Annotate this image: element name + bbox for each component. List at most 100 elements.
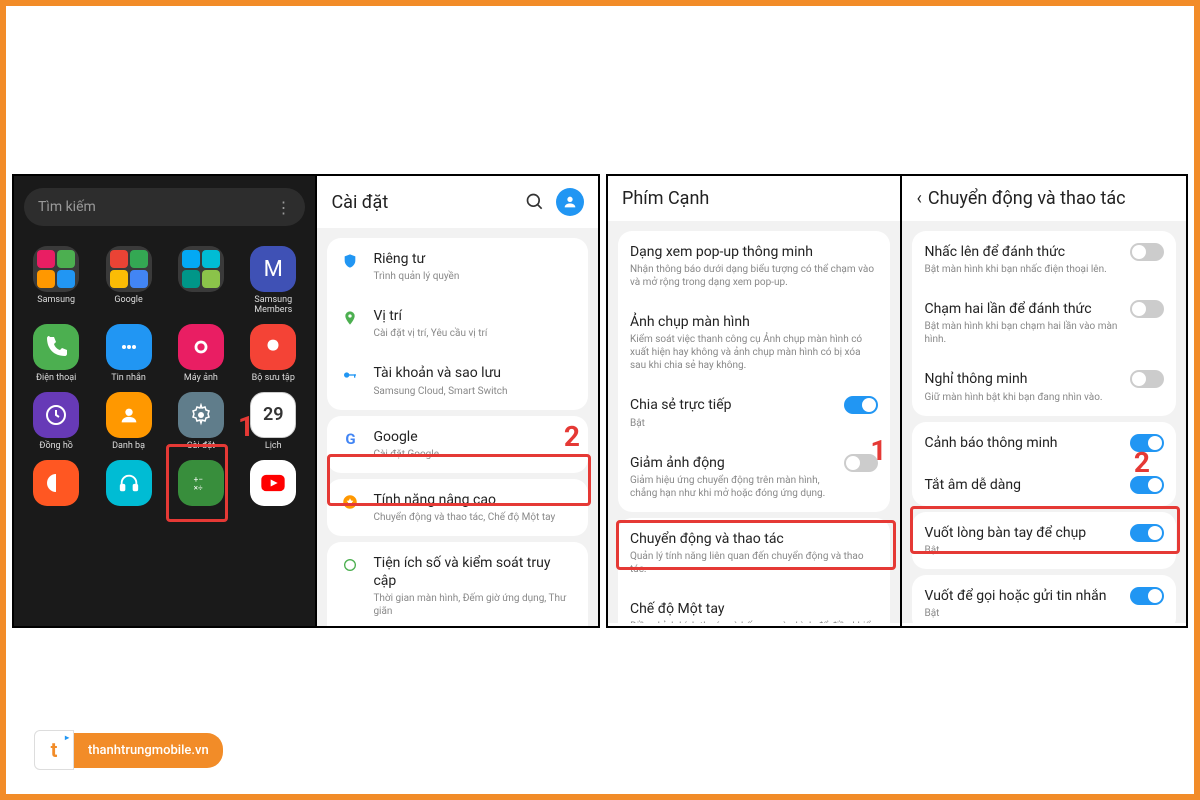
- app-grid: Samsung Google MSamsung Members Điện thoại T…: [14, 238, 315, 518]
- row-title: Dạng xem pop-up thông minh: [630, 243, 878, 261]
- watermark-logo: t thanhtrungmobile.vn: [34, 730, 223, 770]
- app-item[interactable]: [94, 460, 162, 510]
- row-subtitle: Bật: [630, 417, 832, 430]
- settings-row-riêng-tư[interactable]: Riêng tư Trình quản lý quyền: [327, 238, 588, 295]
- app-danh-bạ[interactable]: Danh bạ: [94, 392, 162, 452]
- toggle-switch[interactable]: [1130, 370, 1164, 388]
- adv-row[interactable]: Dạng xem pop-up thông minhNhận thông báo…: [618, 231, 890, 301]
- motion-row[interactable]: Nghỉ thông minh Giữ màn hình bật khi bạn …: [912, 358, 1176, 415]
- motions-title: Chuyển động và thao tác: [928, 188, 1126, 209]
- edge-key-header: Phím Cạnh: [608, 176, 900, 221]
- toggle-switch[interactable]: [1130, 300, 1164, 318]
- toggle-switch[interactable]: [1130, 524, 1164, 542]
- shield-icon: [339, 250, 361, 272]
- app-điện-thoại[interactable]: Điện thoại: [22, 324, 90, 384]
- row-subtitle: Kiểm soát việc thanh công cụ Ảnh chụp mà…: [630, 333, 878, 372]
- settings-row-google[interactable]: GGoogleCài đặt Google: [327, 416, 588, 473]
- adv-row[interactable]: Ảnh chụp màn hình Kiểm soát việc thanh cô…: [618, 301, 890, 384]
- search-bar[interactable]: Tìm kiếm ⋮: [24, 188, 305, 226]
- toggle-switch[interactable]: [1130, 243, 1164, 261]
- row-title: Chạm hai lần để đánh thức: [924, 300, 1118, 318]
- motion-row[interactable]: Vuốt để gọi hoặc gửi tin nhắnBật: [912, 575, 1176, 623]
- step-marker-2b: 2: [1134, 446, 1150, 479]
- app-samsung-members[interactable]: MSamsung Members: [239, 246, 307, 316]
- calc-icon: +−×÷: [178, 460, 224, 506]
- app-label: Samsung: [37, 296, 75, 306]
- app-samsung[interactable]: Samsung: [22, 246, 90, 316]
- clock-icon: [33, 392, 79, 438]
- adv-row[interactable]: Giảm ảnh độngGiảm hiệu ứng chuyển động t…: [618, 442, 890, 512]
- app-label: Máy ảnh: [184, 374, 218, 384]
- row-title: Chế độ Một tay: [630, 600, 878, 618]
- app-cài-đặt[interactable]: Cài đặt: [167, 392, 235, 452]
- row-subtitle: Giữ màn hình bật khi bạn đang nhìn vào.: [924, 391, 1118, 404]
- advanced-features-list[interactable]: Dạng xem pop-up thông minhNhận thông báo…: [608, 221, 900, 623]
- row-title: Google: [373, 428, 576, 446]
- app-label: Lịch: [265, 442, 282, 452]
- row-subtitle: Trình quản lý quyền: [373, 270, 576, 283]
- row-subtitle: Cài đặt vị trí, Yêu cầu vị trí: [373, 327, 576, 340]
- row-title: Vị trí: [373, 307, 576, 325]
- row-title: Tắt âm dễ dàng: [924, 476, 1118, 494]
- well-icon: [339, 554, 361, 576]
- app-tin-nhắn[interactable]: Tin nhắn: [94, 324, 162, 384]
- folder-icon: [178, 246, 224, 292]
- profile-avatar[interactable]: [556, 188, 584, 216]
- search-icon[interactable]: [524, 191, 546, 213]
- adv-row[interactable]: Chế độ Một tayĐiều chỉnh kích thước và b…: [618, 588, 890, 623]
- toggle-switch[interactable]: [1130, 587, 1164, 605]
- row-title: Vuốt để gọi hoặc gửi tin nhắn: [924, 587, 1118, 605]
- edge-key-title: Phím Cạnh: [622, 188, 709, 209]
- row-subtitle: Quản lý tính năng liên quan đến chuyển đ…: [630, 550, 878, 576]
- settings-header: Cài đặt: [317, 176, 598, 228]
- row-title: Riêng tư: [373, 250, 576, 268]
- settings-row-tài-khoản-và-sao-lưu[interactable]: Tài khoản và sao lưuSamsung Cloud, Smart…: [327, 352, 588, 409]
- motion-row[interactable]: Chạm hai lần để đánh thức Bật màn hình kh…: [912, 288, 1176, 358]
- app-đồng-hồ[interactable]: Đồng hồ: [22, 392, 90, 452]
- more-icon[interactable]: ⋮: [275, 198, 291, 217]
- app-item[interactable]: [22, 460, 90, 510]
- settings-list[interactable]: Riêng tư Trình quản lý quyền Vị trí Cài đặt…: [317, 228, 598, 628]
- row-title: Chia sẻ trực tiếp: [630, 396, 832, 414]
- settings-row-vị-trí[interactable]: Vị trí Cài đặt vị trí, Yêu cầu vị trí: [327, 295, 588, 352]
- app-label: Điện thoại: [36, 374, 76, 384]
- row-subtitle: Bật màn hình khi bạn chạm hai lần vào mà…: [924, 320, 1118, 346]
- 29-icon: 29: [250, 392, 296, 438]
- adv-row[interactable]: Chuyển động và thao tácQuản lý tính năng…: [618, 518, 890, 588]
- msg-icon: [106, 324, 152, 370]
- settings-row-tính-năng-nâng-cao[interactable]: Tính năng nâng caoChuyển động và thao tá…: [327, 479, 588, 536]
- pin-icon: [339, 307, 361, 329]
- motion-row[interactable]: Nhấc lên để đánh thức Bật màn hình khi bạ…: [912, 231, 1176, 288]
- settings-title: Cài đặt: [331, 192, 388, 213]
- app-label: Đồng hồ: [39, 442, 73, 452]
- app-item[interactable]: [167, 246, 235, 316]
- motion-row[interactable]: Vuốt lòng bàn tay để chụpBật: [912, 512, 1176, 569]
- motions-gestures-panel: ‹ Chuyển động và thao tác Nhấc lên để đá…: [902, 174, 1188, 628]
- app-label: Bộ sưu tập: [252, 374, 295, 384]
- cam-icon: [178, 324, 224, 370]
- row-title: Nhấc lên để đánh thức: [924, 243, 1118, 261]
- adv-row[interactable]: Chia sẻ trực tiếp Bật: [618, 384, 890, 441]
- settings-row-tiện-ích-số-và-kiểm-[interactable]: Tiện ích số và kiểm soát truy cậpThời gi…: [327, 542, 588, 628]
- app-label: Danh bạ: [112, 442, 145, 452]
- row-title: Ảnh chụp màn hình: [630, 313, 878, 331]
- row-subtitle: Bật màn hình khi bạn nhấc điện thoại lên…: [924, 263, 1118, 276]
- app-item[interactable]: +−×÷: [167, 460, 235, 510]
- gear-icon: [178, 392, 224, 438]
- half-icon: [33, 460, 79, 506]
- toggle-switch[interactable]: [844, 396, 878, 414]
- app-bộ-sưu-tập[interactable]: Bộ sưu tập: [239, 324, 307, 384]
- tutorial-frame: Tìm kiếm ⋮ Samsung Google MSamsung Members…: [0, 0, 1200, 800]
- motions-header: ‹ Chuyển động và thao tác: [902, 176, 1186, 221]
- app-google[interactable]: Google: [94, 246, 162, 316]
- motions-list[interactable]: Nhấc lên để đánh thức Bật màn hình khi bạ…: [902, 221, 1186, 623]
- app-item[interactable]: [239, 460, 307, 510]
- app-máy-ảnh[interactable]: Máy ảnh: [167, 324, 235, 384]
- app-drawer-panel: Tìm kiếm ⋮ Samsung Google MSamsung Members…: [12, 174, 317, 628]
- G-icon: G: [339, 428, 361, 450]
- panels-row: Tìm kiếm ⋮ Samsung Google MSamsung Members…: [12, 174, 1188, 628]
- row-subtitle: Chuyển động và thao tác, Chế độ Một tay: [373, 511, 576, 524]
- row-title: Nghỉ thông minh: [924, 370, 1118, 388]
- row-title: Vuốt lòng bàn tay để chụp: [924, 524, 1118, 542]
- back-icon[interactable]: ‹: [916, 188, 921, 209]
